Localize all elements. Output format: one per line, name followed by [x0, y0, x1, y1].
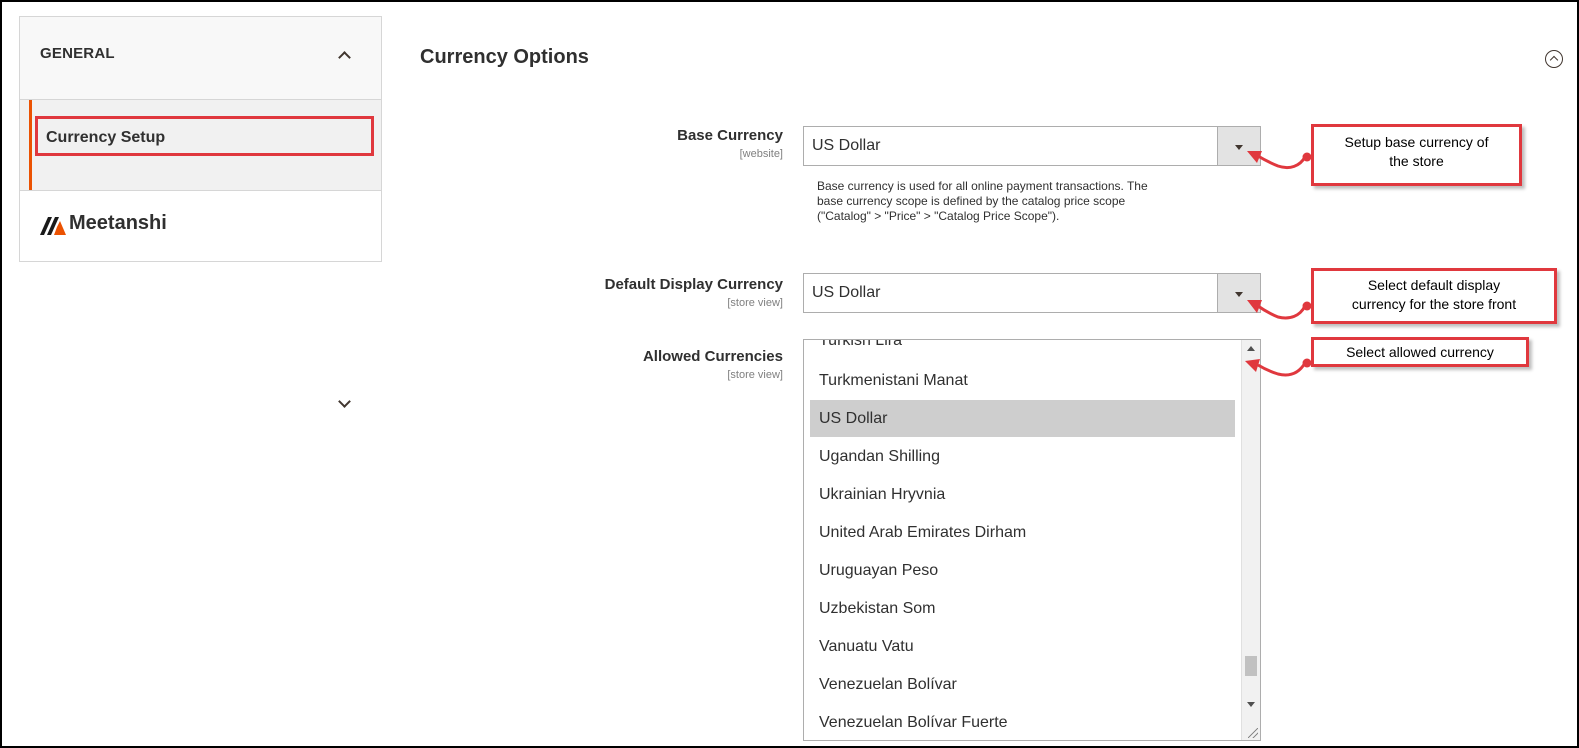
arrow-head: [1245, 359, 1260, 372]
arrow-dot: [1302, 152, 1312, 162]
arrow-base: [1257, 154, 1307, 170]
arrow-dot: [1302, 301, 1312, 311]
arrow-display: [1257, 304, 1307, 320]
arrow-dot: [1302, 358, 1312, 368]
callout-arrows: [1245, 151, 1312, 377]
arrow-allowed: [1257, 362, 1307, 377]
